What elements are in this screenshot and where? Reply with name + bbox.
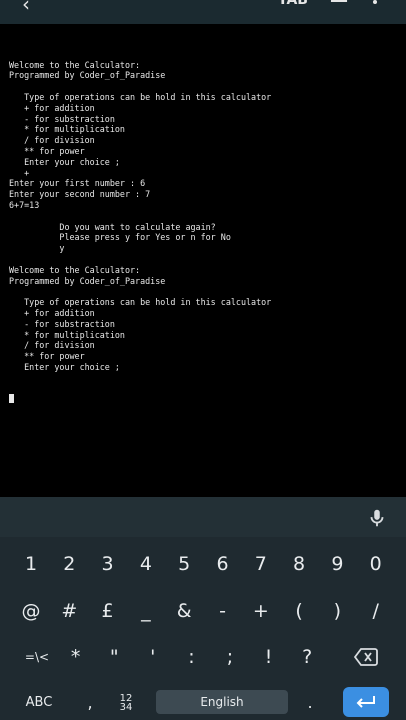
symbol-key[interactable]: " [97, 638, 131, 676]
number-key[interactable]: 7 [244, 545, 278, 583]
terminal-line: + for addition [9, 102, 95, 113]
terminal-line: Please press y for Yes or n for No [9, 232, 231, 243]
terminal-line: Do you want to calculate again? [9, 221, 216, 232]
terminal-line: Type of operations can be hold in this c… [9, 297, 272, 308]
symbol-key[interactable]: ? [290, 638, 324, 676]
number-key[interactable]: 8 [282, 545, 316, 583]
terminal-line: / for division [9, 340, 95, 351]
symbol-key[interactable]: @ [14, 592, 48, 630]
terminal-line: / for division [9, 135, 95, 146]
terminal-line: Enter your choice ; [9, 361, 120, 372]
symbol-key[interactable]: ( [282, 592, 316, 630]
terminal-line: ** for power [9, 351, 85, 362]
number-key[interactable]: 0 [359, 545, 393, 583]
symbol-row: @ # £ _ & - +() / [0, 592, 406, 632]
terminal-line: * for multiplication [9, 124, 125, 135]
terminal-line: Enter your first number : 6 [9, 178, 146, 189]
abc-key[interactable]: ABC [16, 689, 62, 715]
terminal-line: Programmed by Coder_of_Paradise [9, 275, 166, 286]
terminal-line: * for multiplication [9, 329, 125, 340]
number-key[interactable]: 1 [14, 545, 48, 583]
symbol-key[interactable]: ! [252, 638, 286, 676]
symbol-key[interactable]: / [359, 592, 393, 630]
symbol-key[interactable]: ; [213, 638, 247, 676]
symbol-key[interactable]: & [167, 592, 201, 630]
number-row: 1234567890 [0, 545, 406, 585]
number-key[interactable]: 6 [206, 545, 240, 583]
tab-key-button[interactable]: TAB [278, 0, 308, 8]
terminal-line: Welcome to the Calculator: [9, 264, 141, 275]
enter-key[interactable] [343, 687, 389, 717]
number-key[interactable]: 5 [167, 545, 201, 583]
space-key[interactable]: English [156, 690, 288, 714]
backspace-icon[interactable] [354, 647, 378, 667]
on-screen-keyboard: 1234567890 @ # £ _ & - +() / =\< * " ':;!? ABC , 1… [0, 497, 406, 720]
number-key[interactable]: 4 [129, 545, 163, 583]
period-key[interactable]: . [300, 689, 320, 715]
ctrl-key-button[interactable]: — [330, 0, 348, 11]
enter-icon [356, 696, 375, 708]
suggestion-bar [0, 497, 406, 537]
terminal-line: + for addition [9, 307, 95, 318]
symbol-key[interactable]: ) [320, 592, 354, 630]
app-toolbar: ‹ TAB — [0, 0, 406, 24]
symbol-key[interactable]: - [206, 592, 240, 630]
symbol-key[interactable]: ' [136, 638, 170, 676]
terminal-line: - for substraction [9, 113, 115, 124]
symbol-key[interactable]: * [59, 638, 93, 676]
menu-icon[interactable] [373, 0, 377, 4]
comma-key[interactable]: , [80, 689, 100, 715]
terminal-line: Type of operations can be hold in this c… [9, 91, 272, 102]
symbol-key[interactable]: _ [129, 592, 163, 630]
symbol-key[interactable]: £ [91, 592, 125, 630]
terminal-lines: Welcome to the Calculator: Programmed by … [9, 60, 401, 373]
number-key[interactable]: 3 [91, 545, 125, 583]
terminal-prompt-line [9, 394, 401, 405]
terminal-line: Programmed by Coder_of_Paradise [9, 70, 166, 81]
terminal-line: - for substraction [9, 318, 115, 329]
terminal-line: y [9, 243, 65, 254]
numpad-label-bottom: 34 [119, 702, 133, 713]
symbol-key[interactable]: # [52, 592, 86, 630]
terminal-line: + [9, 167, 30, 178]
terminal-line: Enter your choice ; [9, 156, 120, 167]
symbol-key[interactable]: : [174, 638, 208, 676]
back-icon[interactable]: ‹ [22, 0, 30, 16]
symbol-row-2: =\< * " ':;!? [0, 638, 406, 678]
symbol-key[interactable]: + [244, 592, 278, 630]
number-key[interactable]: 9 [320, 545, 354, 583]
terminal-line: ** for power [9, 145, 85, 156]
terminal-line: Enter your second number : 7 [9, 189, 151, 200]
terminal-output[interactable]: Welcome to the Calculator: Programmed by … [9, 38, 401, 416]
text-cursor [9, 394, 14, 404]
terminal-line: Welcome to the Calculator: [9, 59, 141, 70]
terminal-line: 6+7=13 [9, 199, 40, 210]
numpad-key[interactable]: 12 34 [112, 689, 140, 717]
symbol-key[interactable]: =\< [20, 638, 54, 676]
microphone-icon[interactable] [366, 507, 388, 529]
number-key[interactable]: 2 [52, 545, 86, 583]
